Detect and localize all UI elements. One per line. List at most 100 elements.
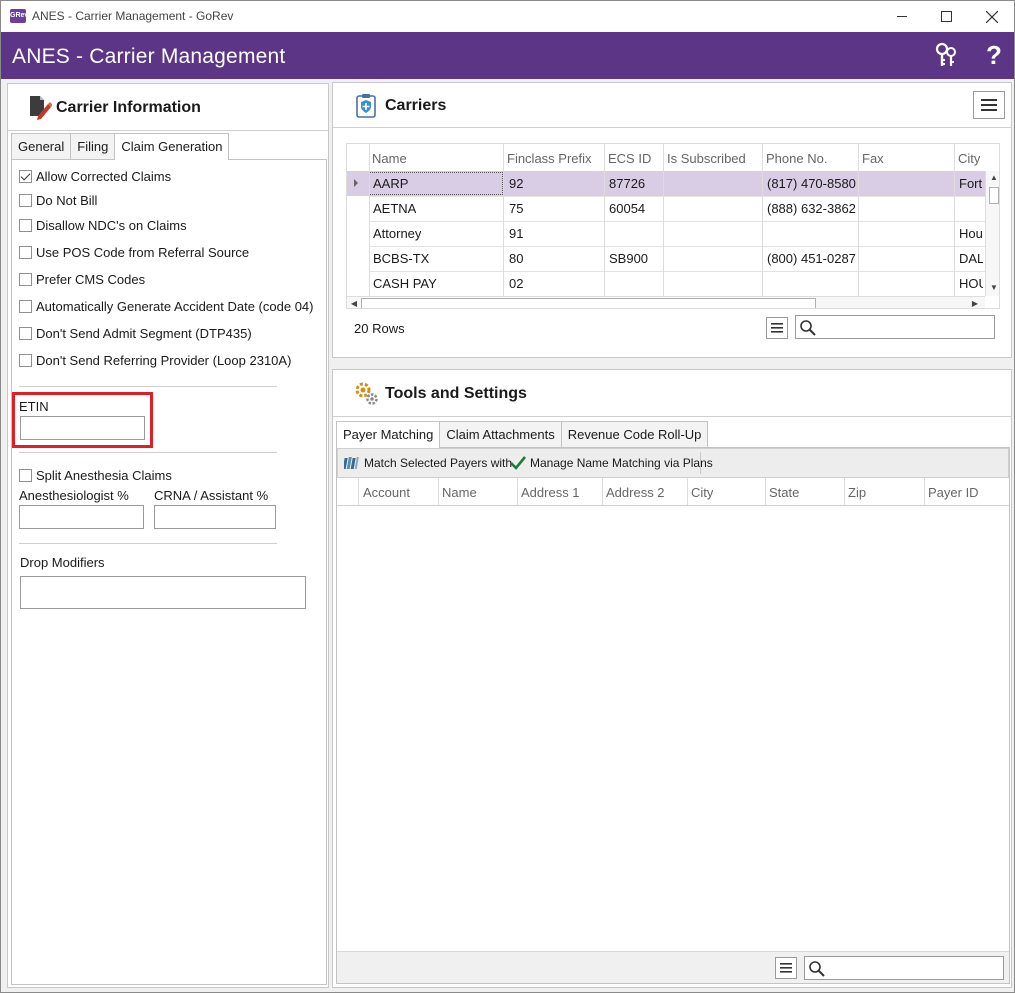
column-header-state[interactable]: State <box>769 485 799 500</box>
dont-send-admit-checkbox[interactable]: Don't Send Admit Segment (DTP435) <box>19 324 252 342</box>
cell-phone: (888) 632-3862 <box>767 201 856 216</box>
scroll-right-icon[interactable]: ▶ <box>969 299 981 308</box>
table-row[interactable]: BCBS-TX 80 SB900 (800) 451-0287 DAL <box>347 246 987 271</box>
tab-general[interactable]: General <box>11 133 72 159</box>
prefer-cms-codes-checkbox[interactable]: Prefer CMS Codes <box>19 270 145 288</box>
column-divider <box>924 478 925 505</box>
divider <box>19 543 277 544</box>
split-anesthesia-checkbox[interactable]: Split Anesthesia Claims <box>19 466 172 484</box>
manage-name-matching-button[interactable]: Manage Name Matching via Plans <box>510 456 713 470</box>
checkbox[interactable] <box>19 326 32 340</box>
tab-revenue-code-rollup[interactable]: Revenue Code Roll-Up <box>560 421 709 447</box>
table-row[interactable]: CASH PAY 02 HOU <box>347 271 987 296</box>
column-divider <box>954 144 955 296</box>
column-header-address2[interactable]: Address 2 <box>606 485 665 500</box>
vertical-scrollbar[interactable]: ▲ ▼ <box>985 171 999 296</box>
scroll-down-icon[interactable]: ▼ <box>988 283 999 293</box>
scroll-up-icon[interactable]: ▲ <box>988 173 999 183</box>
anesthesiologist-input[interactable] <box>19 505 144 529</box>
payer-grid-menu-button[interactable] <box>775 957 797 979</box>
carriers-grid-menu-button[interactable] <box>766 317 788 339</box>
cell-ecs-id: 60054 <box>609 201 646 216</box>
maximize-button[interactable] <box>923 1 969 32</box>
carrier-shield-icon <box>356 94 376 118</box>
close-button[interactable] <box>969 1 1015 32</box>
column-header-ecs-id[interactable]: ECS ID <box>608 151 651 166</box>
checkbox[interactable] <box>19 193 32 207</box>
dont-send-referring-checkbox[interactable]: Don't Send Referring Provider (Loop 2310… <box>19 351 291 369</box>
checkbox-label: Prefer CMS Codes <box>36 271 146 287</box>
keys-button[interactable] <box>931 40 961 70</box>
match-payers-button[interactable]: Match Selected Payers with <box>344 456 512 470</box>
tab-filing[interactable]: Filing <box>70 133 116 159</box>
column-header-payer-id[interactable]: Payer ID <box>928 485 979 500</box>
checkbox[interactable] <box>19 468 32 482</box>
gears-icon <box>355 382 378 405</box>
carriers-menu-button[interactable] <box>973 91 1005 119</box>
allow-corrected-claims-checkbox[interactable]: Allow Corrected Claims <box>19 167 171 185</box>
column-header-name[interactable]: Name <box>442 485 477 500</box>
drop-modifiers-input[interactable] <box>20 576 306 609</box>
column-header-finclass[interactable]: Finclass Prefix <box>507 151 592 166</box>
auto-accident-date-checkbox[interactable]: Automatically Generate Accident Date (co… <box>19 297 313 315</box>
checkbox-label: Disallow NDC's on Claims <box>36 217 187 233</box>
disallow-ndc-checkbox[interactable]: Disallow NDC's on Claims <box>19 216 187 234</box>
row-count: 20 Rows <box>354 321 405 336</box>
row-divider <box>369 246 987 247</box>
scroll-thumb[interactable] <box>361 298 816 308</box>
column-header-city[interactable]: City <box>958 151 980 166</box>
column-header-address1[interactable]: Address 1 <box>521 485 580 500</box>
tab-claim-generation[interactable]: Claim Generation <box>114 133 230 160</box>
checkbox[interactable] <box>19 272 32 286</box>
tab-payer-matching[interactable]: Payer Matching <box>336 421 441 448</box>
column-divider <box>503 144 504 296</box>
table-row[interactable]: AETNA 75 60054 (888) 632-3862 <box>347 196 987 221</box>
help-button[interactable]: ? <box>979 40 1009 70</box>
app-header: ANES - Carrier Management ? <box>1 32 1014 79</box>
horizontal-scrollbar[interactable]: ◀ ▶ <box>347 296 985 308</box>
column-divider <box>687 478 688 505</box>
app-logo: GRev <box>10 9 28 23</box>
carrier-info-tabs: General Filing Claim Generation <box>11 133 230 160</box>
do-not-bill-checkbox[interactable]: Do Not Bill <box>19 191 97 209</box>
row-indicator-icon <box>354 179 358 187</box>
match-payers-label: Match Selected Payers with <box>364 456 513 470</box>
checkbox[interactable] <box>19 353 32 367</box>
carriers-panel: Carriers Name Finclass Prefix ECS ID Is … <box>332 82 1012 358</box>
checkbox[interactable] <box>19 245 32 259</box>
row-divider <box>369 196 987 197</box>
column-divider <box>663 144 664 296</box>
checkbox-checked[interactable] <box>19 169 32 183</box>
cell-finclass: 02 <box>509 276 524 291</box>
tools-tabs: Payer Matching Claim Attachments Revenue… <box>336 421 709 448</box>
column-header-is-subscribed[interactable]: Is Subscribed <box>667 151 746 166</box>
column-header-account[interactable]: Account <box>363 485 410 500</box>
minimize-button[interactable] <box>879 1 925 32</box>
payer-grid-header: Account Name Address 1 Address 2 City St… <box>337 478 1009 506</box>
column-header-fax[interactable]: Fax <box>862 151 884 166</box>
grid-header: Name Finclass Prefix ECS ID Is Subscribe… <box>347 144 999 171</box>
table-row[interactable]: Attorney 91 Hou <box>347 221 987 246</box>
column-header-name[interactable]: Name <box>372 151 407 166</box>
toolbar-separator <box>700 452 701 474</box>
checkbox[interactable] <box>19 218 32 232</box>
column-header-phone[interactable]: Phone No. <box>766 151 827 166</box>
tab-claim-attachments[interactable]: Claim Attachments <box>439 421 562 447</box>
tools-settings-panel: Tools and Settings Payer Matching Claim … <box>332 369 1012 988</box>
payer-search-input[interactable] <box>804 956 1004 980</box>
search-icon <box>809 961 825 977</box>
column-header-zip[interactable]: Zip <box>848 485 866 500</box>
scroll-left-icon[interactable]: ◀ <box>348 299 360 308</box>
crna-input[interactable] <box>154 505 276 529</box>
drop-modifiers-label: Drop Modifiers <box>20 555 105 570</box>
divider <box>333 127 1011 128</box>
column-header-city[interactable]: City <box>691 485 713 500</box>
checkbox[interactable] <box>19 299 32 313</box>
carriers-search-input[interactable] <box>795 315 995 339</box>
use-pos-code-checkbox[interactable]: Use POS Code from Referral Source <box>19 243 249 261</box>
title-bar: GRev ANES - Carrier Management - GoRev <box>1 1 1014 32</box>
etin-highlight <box>12 392 153 448</box>
scroll-thumb[interactable] <box>989 187 999 204</box>
cell-finclass: 91 <box>509 226 524 241</box>
table-row[interactable]: AARP 92 87726 (817) 470-8580 Fort <box>347 171 987 196</box>
